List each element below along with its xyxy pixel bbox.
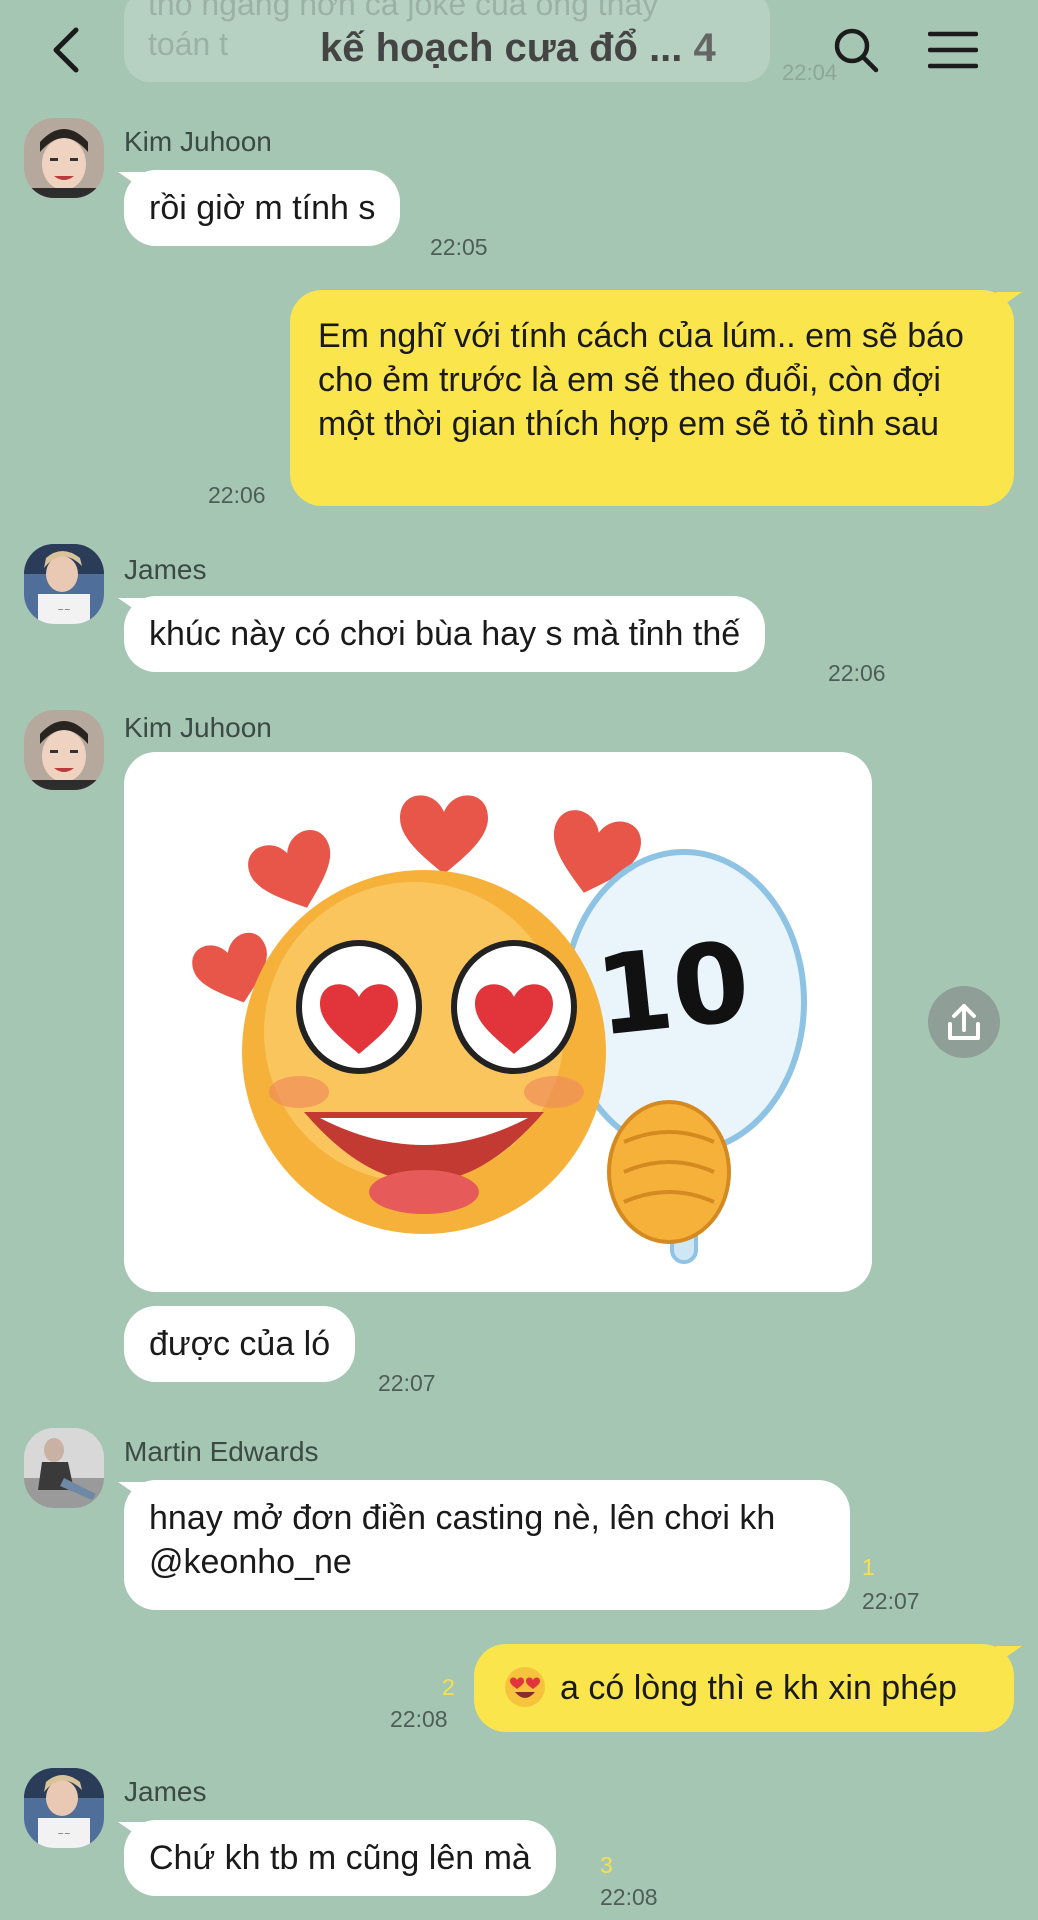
message-time: 22:08 (600, 1884, 658, 1910)
previous-message-time: 22:04 (782, 60, 838, 85)
heart-eyes-emoji-icon (505, 1667, 545, 1707)
sender-name: James (124, 554, 207, 585)
sender-name: James (124, 1776, 207, 1807)
search-button[interactable] (832, 26, 880, 74)
sticker-message[interactable]: 10 (124, 752, 872, 1292)
message-bubble-incoming[interactable]: rồi giờ m tính s (124, 170, 401, 246)
message-bubble-outgoing[interactable]: Em nghĩ với tính cách của lúm.. em sẽ bá… (290, 290, 1014, 506)
hamburger-menu-icon (927, 31, 979, 69)
avatar-james[interactable]: ~~ (24, 544, 104, 624)
read-count: 2 (442, 1674, 455, 1700)
menu-button[interactable] (927, 28, 979, 72)
avatar-martin-edwards[interactable] (24, 1428, 104, 1508)
message-time: 22:08 (390, 1706, 448, 1732)
read-count: 3 (600, 1852, 613, 1878)
message-bubble-incoming[interactable]: hnay mở đơn điền casting nè, lên chơi kh… (124, 1480, 850, 1610)
svg-text:~~: ~~ (57, 605, 70, 614)
sender-name: Kim Juhoon (124, 126, 272, 157)
message-text: a có lòng thì e kh xin phép (560, 1669, 957, 1707)
message-time: 22:05 (430, 234, 488, 260)
message-time: 22:07 (862, 1588, 920, 1614)
avatar-james[interactable]: ~~ (24, 1768, 104, 1848)
message-bubble-incoming[interactable]: Chứ kh tb m cũng lên mà (124, 1820, 556, 1896)
heart-eyes-sticker-icon: 10 (192, 795, 807, 1264)
message-bubble-incoming[interactable]: khúc này có chơi bùa hay s mà tỉnh thế (124, 596, 766, 672)
sticker-score-text: 10 (590, 917, 756, 1060)
message-time: 22:06 (828, 660, 886, 686)
avatar-kim-juhoon[interactable] (24, 710, 104, 790)
message-time: 22:07 (378, 1370, 436, 1396)
previous-message-text: thô ngang hơn cả joke của ông thầy toán … (148, 0, 659, 62)
back-button[interactable] (48, 24, 88, 76)
svg-text:~~: ~~ (57, 1829, 70, 1838)
search-icon (834, 28, 879, 73)
read-count: 1 (862, 1554, 875, 1580)
message-bubble-incoming[interactable]: được của ló (124, 1306, 356, 1382)
back-arrow-icon (53, 27, 79, 73)
avatar-kim-juhoon[interactable] (24, 118, 104, 198)
sender-name: Martin Edwards (124, 1436, 319, 1467)
share-button[interactable] (928, 986, 1000, 1058)
message-bubble-outgoing[interactable]: a có lòng thì e kh xin phép (474, 1644, 1014, 1732)
sender-name: Kim Juhoon (124, 712, 272, 743)
message-time: 22:06 (208, 482, 266, 508)
share-icon (948, 1004, 980, 1040)
